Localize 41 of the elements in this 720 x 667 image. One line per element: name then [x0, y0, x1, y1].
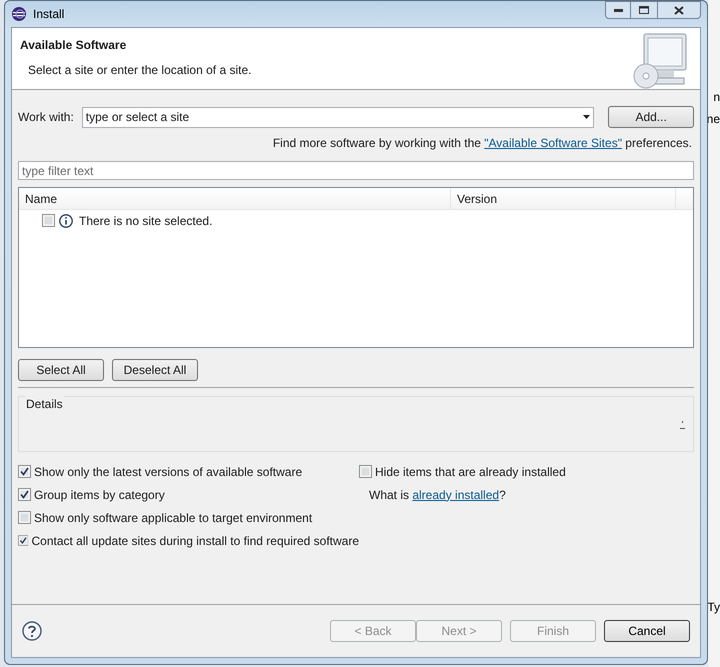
- installed-link[interactable]: already installed: [412, 488, 500, 502]
- checkbox[interactable]: [18, 534, 28, 547]
- filter-field[interactable]: type filter text: [18, 161, 694, 180]
- minimize-button[interactable]: [605, 1, 631, 19]
- option-label: Show only the latest versions of available software: [34, 464, 302, 480]
- select-button[interactable]: Deselect All: [112, 359, 198, 381]
- option-label: Hide items that are already installed: [375, 464, 566, 480]
- table-cell-text: There is no site selected.: [79, 212, 212, 230]
- site-combo-box[interactable]: type or select a site: [82, 106, 594, 128]
- background-text: Ty: [707, 599, 720, 616]
- work-with-label: Work with:: [18, 109, 74, 126]
- option-label: Show only software applicable to target environment: [34, 510, 312, 526]
- window-title: Install: [33, 6, 64, 23]
- select-button[interactable]: Select All: [18, 359, 104, 381]
- close-icon: [674, 6, 684, 14]
- page-description: Select a site or enter the location of a site.: [27, 62, 252, 79]
- column-header[interactable]: Version: [451, 188, 676, 209]
- dropdown-caret-icon: [583, 115, 590, 119]
- add-button[interactable]: Add...: [608, 106, 694, 128]
- background-text: n: [713, 89, 720, 106]
- checkbox[interactable]: [42, 214, 55, 227]
- checkbox[interactable]: [359, 465, 372, 478]
- minimize-icon: [614, 8, 622, 12]
- checkbox[interactable]: [18, 465, 31, 478]
- info-icon: [59, 214, 73, 228]
- app-icon: [11, 6, 27, 22]
- preferences-link[interactable]: "Available Software Sites": [484, 136, 622, 150]
- installed-hint-text: What is already installed?: [369, 486, 506, 504]
- scroll-arrows-icon: [680, 421, 685, 430]
- maximize-button[interactable]: [631, 1, 657, 19]
- help-icon[interactable]: [22, 621, 42, 641]
- column-header[interactable]: Name: [19, 188, 451, 209]
- checkbox[interactable]: [18, 511, 31, 524]
- option-label: Group items by category: [34, 486, 165, 504]
- wizard-button[interactable]: Cancel: [604, 620, 690, 642]
- page-title: Available Software: [20, 37, 128, 54]
- maximize-icon: [639, 6, 649, 14]
- option-label: Contact all update sites during install to find required software: [31, 532, 359, 550]
- hint-text: Find more software by working with the "Available Software Sites" preferences.: [272, 135, 692, 152]
- checkbox[interactable]: [18, 488, 31, 501]
- close-button[interactable]: [657, 1, 701, 19]
